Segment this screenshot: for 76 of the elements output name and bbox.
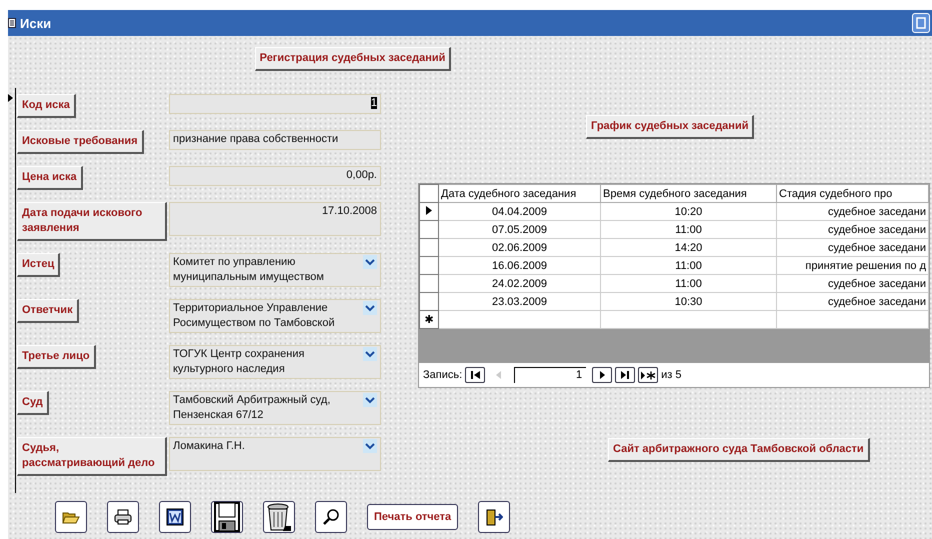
printer-icon [114, 509, 132, 525]
hearing-schedule-button[interactable]: График судебных заседаний [586, 115, 754, 139]
trash-can-icon [266, 502, 292, 532]
combo-box[interactable]: ТОГУК Центр сохранения культурного наследия [169, 345, 381, 379]
next-record-button[interactable] [592, 367, 612, 383]
print-button[interactable] [107, 501, 139, 533]
table-cell: судебное заседани [776, 274, 928, 292]
folder-icon [62, 510, 80, 524]
record-count: из 5 [661, 369, 682, 381]
search-icon [322, 508, 340, 526]
next-icon [600, 371, 605, 379]
exit-button[interactable] [478, 501, 510, 533]
table-cell: судебное заседани [776, 292, 928, 310]
field-label-button[interactable]: Судья, рассматривающий дело [17, 437, 167, 476]
table-cell: судебное заседани [776, 220, 928, 238]
table-cell: 11:00 [600, 274, 776, 292]
last-record-button[interactable] [615, 367, 636, 383]
text-field[interactable]: 17.10.2008 [169, 202, 381, 236]
table-cell: 11:00 [600, 220, 776, 238]
table-cell: 02.06.2009 [438, 238, 600, 256]
first-record-button[interactable] [465, 367, 486, 383]
current-record-icon [8, 94, 13, 102]
table-cell: 14:20 [600, 238, 776, 256]
print-report-button[interactable]: Печать отчета [367, 504, 458, 530]
combo-box[interactable]: Ломакина Г.Н. [169, 437, 381, 471]
window-icon [916, 17, 926, 29]
find-button[interactable] [315, 501, 347, 533]
field-label-button[interactable]: Код иска [17, 94, 76, 118]
field-label-button[interactable]: Третье лицо [17, 345, 96, 369]
current-row-icon [426, 206, 432, 214]
table-cell: 24.02.2009 [438, 274, 600, 292]
column-header[interactable]: Стадия судебного про [776, 184, 928, 202]
record-label: Запись: [423, 369, 462, 381]
court-website-button[interactable]: Сайт арбитражного суда Тамбовской области [608, 438, 870, 462]
new-record-icon [640, 370, 656, 380]
document-icon [166, 508, 184, 526]
record-number-field[interactable]: 1 [514, 367, 586, 383]
field-label-button[interactable]: Ответчик [17, 299, 79, 323]
table-cell: 04.04.2009 [438, 202, 600, 220]
save-button[interactable] [211, 501, 243, 533]
record-selector[interactable] [8, 88, 16, 493]
row-selector[interactable] [420, 202, 438, 220]
table-cell: 10:30 [600, 292, 776, 310]
field-label-button[interactable]: Исковые требования [17, 130, 144, 154]
text-field[interactable]: 0,00р. [169, 166, 381, 186]
table-cell: 11:00 [600, 256, 776, 274]
table-cell: судебное заседани [776, 202, 928, 220]
court-hearings-registration-button[interactable]: Регистрация судебных заседаний [254, 47, 452, 71]
combo-box[interactable]: Территориальное Управление Росимуществом по Тамбовской [169, 299, 381, 333]
table-cell: принятие решения по д [776, 256, 928, 274]
delete-button[interactable] [263, 501, 295, 533]
first-icon [470, 371, 480, 379]
word-button[interactable] [159, 501, 191, 533]
field-label-button[interactable]: Истец [17, 253, 60, 277]
text-field[interactable]: признание права собственности [169, 130, 381, 150]
table-cell: 16.06.2009 [438, 256, 600, 274]
form-icon [8, 18, 16, 28]
combo-box[interactable]: Тамбовский Арбитражный суд, Пензенская 67/12 [169, 391, 381, 425]
text-field[interactable]: 1 [169, 94, 381, 114]
open-button[interactable] [55, 501, 87, 533]
table-cell: 23.03.2009 [438, 292, 600, 310]
new-record-button[interactable] [638, 367, 658, 383]
combo-box[interactable]: Комитет по управлению муниципальным имуществом [169, 253, 381, 287]
previous-icon [496, 371, 501, 379]
window-title: Иски [20, 16, 52, 30]
field-label-button[interactable]: Суд [17, 391, 49, 415]
field-label-button[interactable]: Цена иска [17, 166, 83, 190]
table-cell: судебное заседани [776, 238, 928, 256]
table-cell: 10:20 [600, 202, 776, 220]
window-control-button[interactable] [912, 13, 930, 33]
column-header[interactable]: Дата судебного заседания [438, 184, 600, 202]
field-label-button[interactable]: Дата подачи искового заявления [17, 202, 167, 241]
last-icon [621, 371, 630, 379]
table-cell: 07.05.2009 [438, 220, 600, 238]
exit-door-icon [485, 508, 504, 526]
column-header[interactable]: Время судебного заседания [600, 184, 776, 202]
